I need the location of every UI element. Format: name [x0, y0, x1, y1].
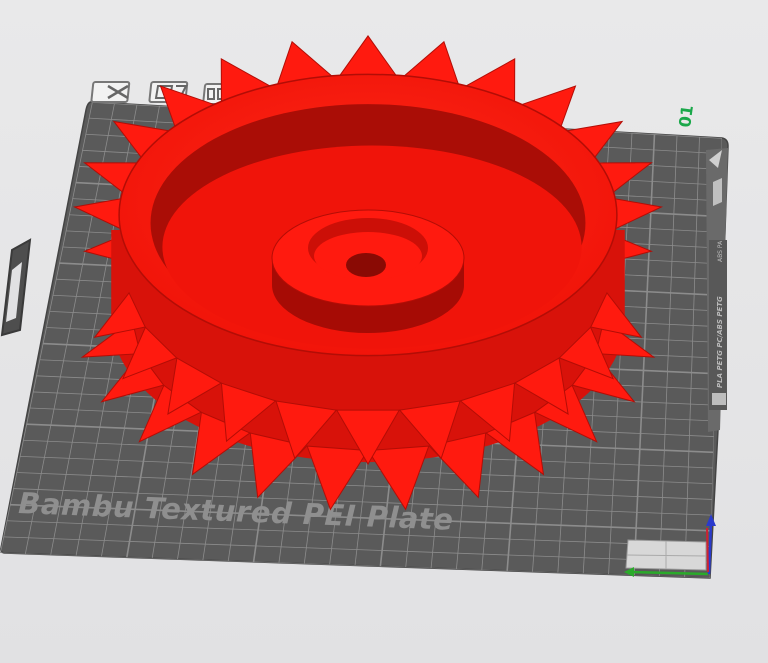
- plate-number: 01: [675, 104, 697, 129]
- gear-tooth: [335, 35, 401, 81]
- build-plate-scene[interactable]: PLA PETG PC/ABS PETG ABS PA 01 Bambu Tex…: [0, 0, 768, 663]
- side-label-small: ABS PA: [717, 240, 724, 262]
- gear-hub-hole: [346, 253, 386, 277]
- slot-icon: [713, 178, 722, 206]
- qr-icon: [712, 393, 726, 405]
- side-label-material: PLA PETG PC/ABS PETG: [716, 296, 724, 388]
- axis-y: [706, 527, 709, 573]
- 3d-viewport[interactable]: PLA PETG PC/ABS PETG ABS PA 01 Bambu Tex…: [0, 0, 768, 663]
- close-box-icon[interactable]: [90, 81, 131, 103]
